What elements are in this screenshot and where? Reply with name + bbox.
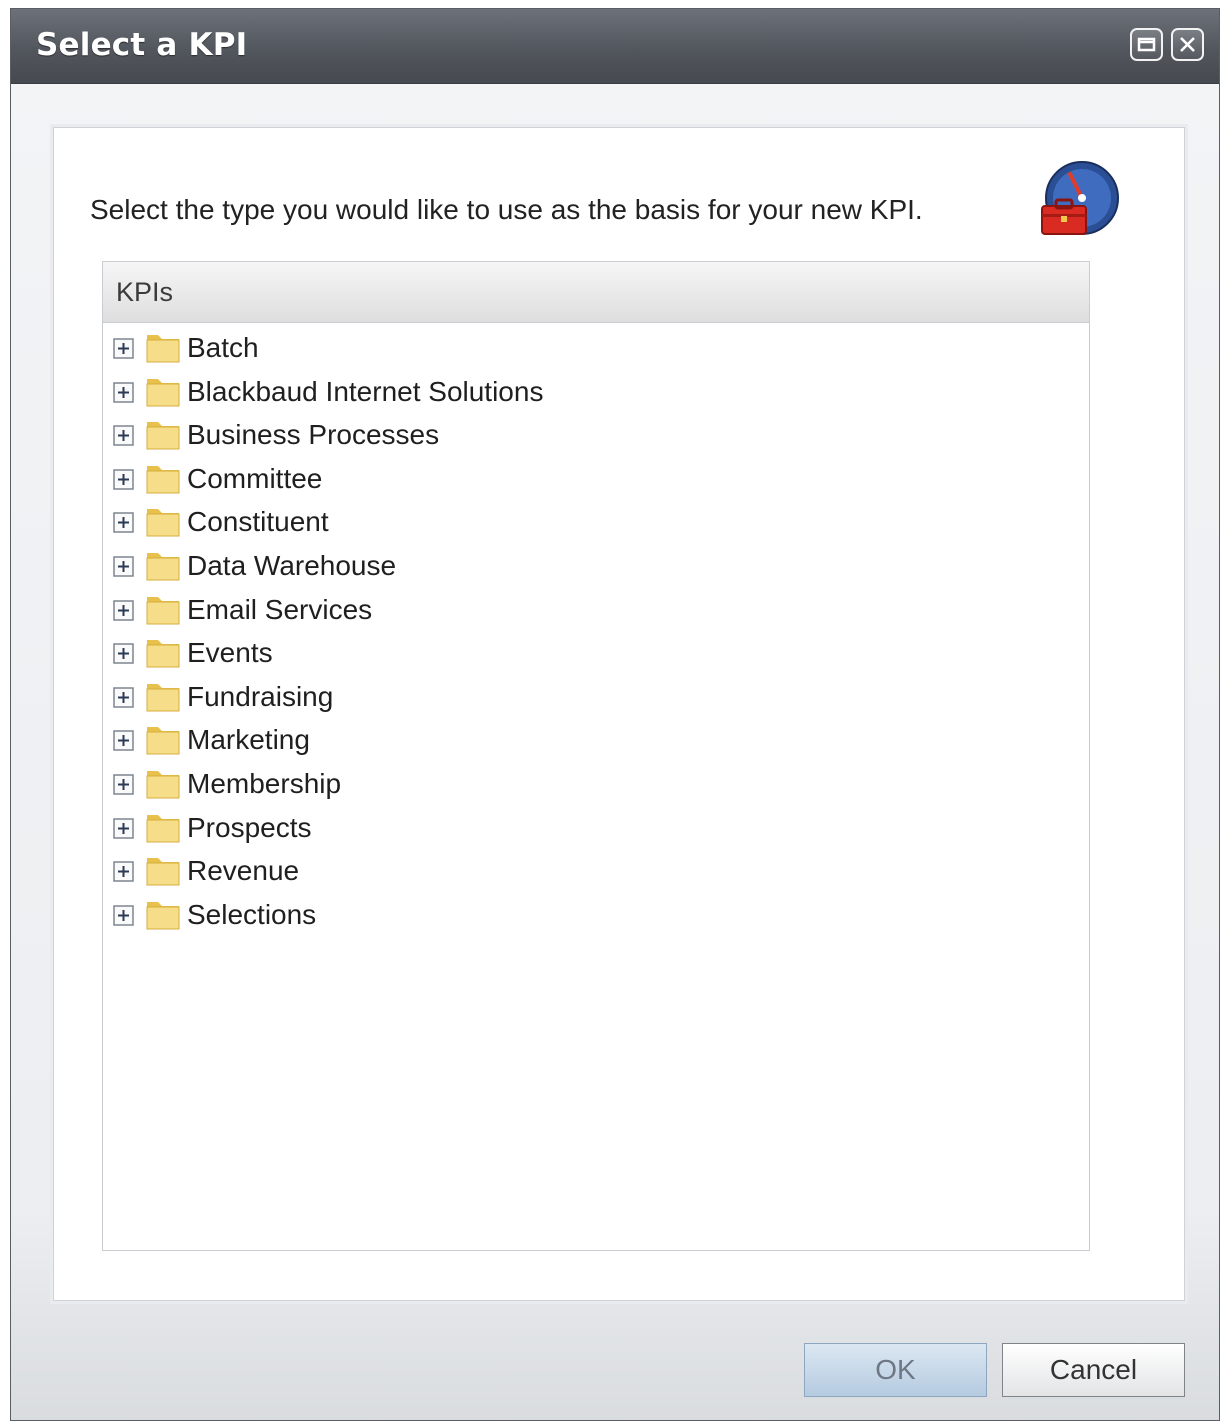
folder-icon xyxy=(144,895,182,937)
folder-icon xyxy=(144,546,182,588)
content-panel: Select the type you would like to use as… xyxy=(53,127,1185,1301)
folder-icon xyxy=(144,633,182,675)
tree-item-label: Membership xyxy=(187,767,342,799)
ok-button[interactable]: OK xyxy=(804,1343,987,1397)
title-bar[interactable]: Select a KPI xyxy=(11,9,1219,84)
expand-plus-icon[interactable] xyxy=(113,643,134,668)
tree-item-label: Marketing xyxy=(187,724,310,756)
tree-item-label: Business Processes xyxy=(187,419,440,451)
expand-plus-icon[interactable] xyxy=(113,512,134,537)
expand-plus-icon[interactable] xyxy=(113,425,134,450)
tree-item-constituent[interactable]: Constituent xyxy=(103,501,1089,545)
dialog-title: Select a KPI xyxy=(36,27,248,63)
folder-icon xyxy=(144,590,182,632)
tree-header: KPIs xyxy=(103,262,1089,323)
tree-item-fundraising[interactable]: Fundraising xyxy=(103,676,1089,720)
expand-plus-icon[interactable] xyxy=(113,381,134,407)
expand-plus-icon[interactable] xyxy=(113,556,134,581)
gauge-toolbox-icon xyxy=(1034,158,1124,252)
select-kpi-dialog: Select a KPI Select the type you would l… xyxy=(10,8,1220,1421)
expand-plus-icon[interactable] xyxy=(113,817,134,843)
folder-icon xyxy=(144,720,182,762)
tree-item-batch[interactable]: Batch xyxy=(103,327,1089,371)
kpi-tree[interactable]: KPIs Batch Blackbaud Internet Solutions … xyxy=(102,261,1090,1251)
tree-item-label: Data Warehouse xyxy=(187,549,397,581)
tree-item-selections[interactable]: Selections xyxy=(103,894,1089,938)
tree-item-email-services[interactable]: Email Services xyxy=(103,589,1089,633)
tree-item-label: Events xyxy=(187,637,273,669)
tree-item-membership[interactable]: Membership xyxy=(103,763,1089,807)
expand-plus-icon[interactable] xyxy=(113,774,134,799)
expand-plus-icon[interactable] xyxy=(113,730,134,755)
tree-item-label: Committee xyxy=(187,462,323,494)
tree-item-business-processes[interactable]: Business Processes xyxy=(103,414,1089,458)
tree-list: Batch Blackbaud Internet Solutions Busin… xyxy=(103,323,1089,937)
folder-icon xyxy=(144,459,182,501)
tree-item-label: Selections xyxy=(187,898,317,930)
close-icon[interactable] xyxy=(1171,28,1204,61)
expand-plus-icon[interactable] xyxy=(113,469,134,494)
expand-plus-icon[interactable] xyxy=(113,599,134,625)
tree-item-label: Email Services xyxy=(187,593,373,625)
tree-item-prospects[interactable]: Prospects xyxy=(103,807,1089,851)
tree-item-events[interactable]: Events xyxy=(103,632,1089,676)
tree-item-marketing[interactable]: Marketing xyxy=(103,719,1089,763)
tree-item-committee[interactable]: Committee xyxy=(103,458,1089,502)
folder-icon xyxy=(144,808,182,850)
tree-item-blackbaud-internet-solutions[interactable]: Blackbaud Internet Solutions xyxy=(103,371,1089,415)
cancel-button[interactable]: Cancel xyxy=(1002,1343,1185,1397)
folder-icon xyxy=(144,502,182,544)
window-maximize-icon[interactable] xyxy=(1130,28,1163,61)
folder-icon xyxy=(144,851,182,893)
tree-item-revenue[interactable]: Revenue xyxy=(103,850,1089,894)
tree-item-label: Batch xyxy=(187,332,259,363)
tree-item-label: Revenue xyxy=(187,855,300,887)
folder-icon xyxy=(144,415,182,457)
tree-item-label: Blackbaud Internet Solutions xyxy=(187,375,544,407)
expand-plus-icon[interactable] xyxy=(113,687,134,712)
folder-icon xyxy=(144,372,182,414)
tree-item-label: Fundraising xyxy=(187,680,334,712)
folder-icon xyxy=(144,677,182,719)
tree-item-label: Prospects xyxy=(187,811,312,843)
instruction-text: Select the type you would like to use as… xyxy=(90,194,923,225)
expand-plus-icon[interactable] xyxy=(113,861,134,886)
expand-plus-icon[interactable] xyxy=(113,338,134,363)
folder-icon xyxy=(144,328,182,370)
folder-icon xyxy=(144,764,182,806)
expand-plus-icon[interactable] xyxy=(113,904,134,930)
tree-item-data-warehouse[interactable]: Data Warehouse xyxy=(103,545,1089,589)
tree-item-label: Constituent xyxy=(187,506,329,538)
